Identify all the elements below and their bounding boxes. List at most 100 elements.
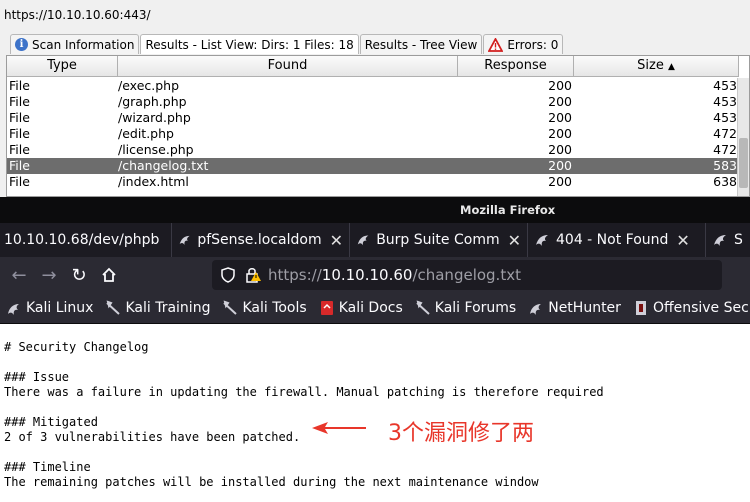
table-row[interactable]: File /exec.php 200 453: [7, 78, 739, 94]
page-content: # Security Changelog ### Issue There was…: [0, 325, 750, 502]
nethunter-icon: [530, 304, 542, 315]
tab-errors[interactable]: Errors: 0: [483, 34, 564, 54]
tab-results-tree-view[interactable]: Results - Tree View: [359, 34, 483, 54]
column-header-type[interactable]: Type: [7, 56, 118, 76]
forward-arrow-icon: →: [41, 264, 57, 286]
bookmark-kali-forums[interactable]: Kali Forums: [415, 300, 516, 316]
close-tab-icon[interactable]: ✕: [508, 231, 521, 250]
bookmark-nethunter[interactable]: NetHunter: [528, 300, 621, 316]
bookmark-kali-docs[interactable]: Kali Docs: [319, 300, 403, 316]
dirbuster-window: https://10.10.10.60:443/ i Scan Informat…: [0, 0, 750, 197]
cell-response: 200: [548, 78, 572, 93]
bookmark-kali-tools[interactable]: Kali Tools: [222, 300, 307, 316]
reload-icon: ↻: [71, 264, 87, 286]
browser-tab[interactable]: pfSense.localdom ✕: [172, 223, 350, 257]
window-title: Mozilla Firefox: [0, 197, 750, 223]
address-bar[interactable]: https://10.10.10.60/changelog.txt: [212, 260, 722, 290]
cell-size: 453: [713, 110, 737, 125]
cell-type: File: [9, 94, 30, 109]
bookmark-label: Kali Docs: [338, 300, 403, 316]
cell-type: File: [9, 158, 30, 173]
scrollbar-thumb[interactable]: [739, 138, 748, 188]
bookmark-label: Kali Training: [125, 300, 211, 316]
kali-docs-icon: [320, 301, 333, 315]
browser-tab[interactable]: S: [706, 223, 749, 257]
url-path: /changelog.txt: [412, 266, 521, 284]
column-header-size[interactable]: Size ▲: [574, 56, 739, 76]
vertical-scrollbar[interactable]: [737, 78, 749, 196]
warning-icon: [488, 37, 504, 52]
results-table: Type Found Response Size ▲ File /exec.ph…: [6, 55, 750, 197]
back-button[interactable]: ←: [4, 260, 34, 290]
cell-response: 200: [548, 94, 572, 109]
cell-size: 638: [713, 174, 737, 189]
close-tab-icon[interactable]: ✕: [330, 231, 343, 250]
table-header: Type Found Response Size ▲: [7, 56, 739, 77]
url-scheme: https://: [268, 266, 322, 284]
cell-type: File: [9, 78, 30, 93]
navigation-toolbar: ← → ↻ https://10.10.10.60/changelog.txt: [0, 257, 750, 293]
cell-found: /exec.php: [118, 78, 180, 93]
changelog-line: ### Timeline: [4, 460, 91, 474]
cell-size: 453: [713, 94, 737, 109]
table-row[interactable]: File /wizard.php 200 453: [7, 110, 739, 126]
table-row[interactable]: File /license.php 200 472: [7, 142, 739, 158]
cell-response: 200: [548, 158, 572, 173]
tab-title: Burp Suite Comm: [376, 232, 500, 248]
offensive-security-icon: [635, 301, 646, 315]
changelog-line: # Security Changelog: [4, 340, 149, 354]
insecure-lock-icon[interactable]: [244, 267, 262, 283]
shield-icon[interactable]: [220, 267, 236, 283]
changelog-line: ### Issue: [4, 370, 70, 384]
reload-button[interactable]: ↻: [64, 260, 94, 290]
tab-results-list-view[interactable]: Results - List View: Dirs: 1 Files: 18: [140, 34, 359, 54]
column-header-response[interactable]: Response: [458, 56, 574, 76]
browser-tab-strip: 10.10.10.68/dev/phpb pfSense.localdom ✕ …: [0, 223, 750, 257]
annotation-text: 3个漏洞修了两: [388, 421, 534, 446]
cell-found: /edit.php: [118, 126, 174, 141]
cell-type: File: [9, 110, 30, 125]
bookmark-offensive-security[interactable]: Offensive Security: [633, 300, 750, 316]
table-row[interactable]: File /index.html 200 638: [7, 174, 739, 190]
back-arrow-icon: ←: [11, 264, 27, 286]
kali-dragon-icon: [714, 235, 726, 246]
info-icon: i: [15, 38, 28, 51]
cell-found: /wizard.php: [118, 110, 191, 125]
table-row[interactable]: File /edit.php 200 472: [7, 126, 739, 142]
changelog-line: 2 of 3 vulnerabilities have been patched…: [4, 430, 301, 444]
cell-size: 472: [713, 126, 737, 141]
dirbuster-tab-bar: i Scan Information Results - List View: …: [10, 34, 564, 54]
kali-tool-icon: [416, 300, 430, 315]
bookmark-label: Kali Linux: [26, 300, 94, 316]
url-text: https://10.10.10.60/changelog.txt: [268, 266, 521, 284]
cell-response: 200: [548, 174, 572, 189]
column-header-size-label: Size: [637, 58, 664, 73]
annotation-arrow: [312, 422, 366, 434]
tab-label: Errors: 0: [507, 37, 559, 52]
cell-type: File: [9, 126, 30, 141]
tab-scan-information[interactable]: i Scan Information: [10, 34, 140, 54]
cell-found: /graph.php: [118, 94, 187, 109]
cell-response: 200: [548, 110, 572, 125]
home-icon: [102, 267, 116, 282]
changelog-line: The remaining patches will be installed …: [4, 475, 539, 489]
browser-tab[interactable]: 404 - Not Found ✕: [528, 223, 706, 257]
home-button[interactable]: [94, 260, 124, 290]
browser-tab[interactable]: 10.10.10.68/dev/phpb: [0, 223, 172, 257]
column-header-found[interactable]: Found: [118, 56, 458, 76]
cell-found: /index.html: [118, 174, 189, 189]
sort-ascending-icon: ▲: [667, 62, 675, 72]
bookmark-kali-linux[interactable]: Kali Linux: [6, 300, 93, 316]
bookmark-label: Offensive Security: [652, 300, 750, 316]
cell-size: 453: [713, 78, 737, 93]
close-tab-icon[interactable]: ✕: [676, 231, 689, 250]
table-row[interactable]: File /graph.php 200 453: [7, 94, 739, 110]
forward-button[interactable]: →: [34, 260, 64, 290]
kali-tool-icon: [106, 300, 121, 315]
table-row-selected[interactable]: File /changelog.txt 200 583: [7, 158, 739, 174]
cell-found: /changelog.txt: [118, 158, 209, 173]
bookmark-label: NetHunter: [548, 300, 621, 316]
bookmark-kali-training[interactable]: Kali Training: [105, 300, 210, 316]
table-body: File /exec.php 200 453 File /graph.php 2…: [7, 78, 739, 190]
browser-tab[interactable]: Burp Suite Comm ✕: [350, 223, 528, 257]
